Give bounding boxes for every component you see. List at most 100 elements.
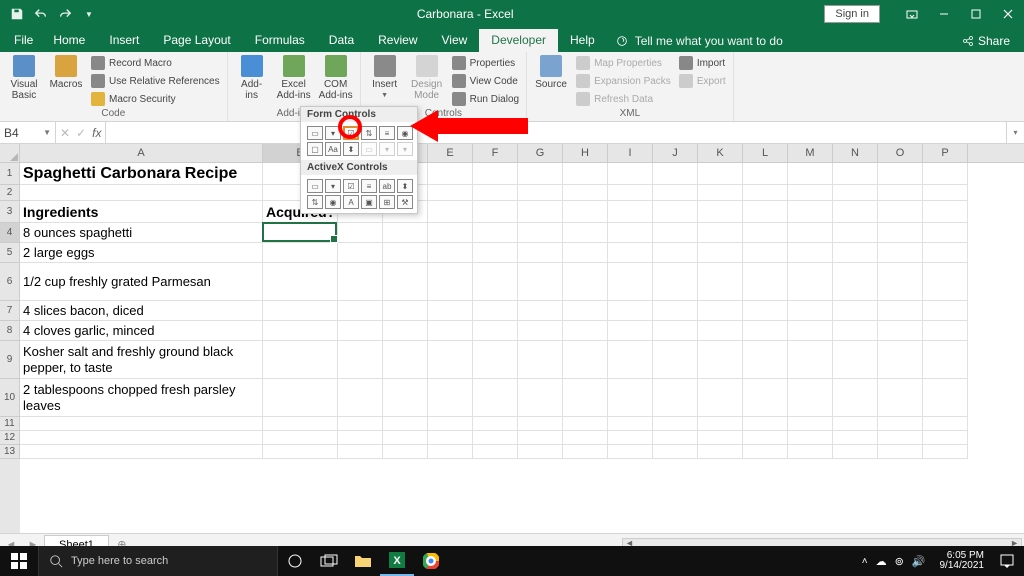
taskbar-clock[interactable]: 6:05 PM9/14/2021 bbox=[934, 551, 991, 572]
cell-K5[interactable] bbox=[698, 243, 743, 263]
cell-O11[interactable] bbox=[878, 417, 923, 431]
form-checkbox-control[interactable]: ☑ bbox=[343, 126, 359, 140]
addins-button[interactable]: Add- ins bbox=[232, 53, 272, 107]
cell-B13[interactable] bbox=[263, 445, 338, 459]
fx-icon[interactable]: fx bbox=[92, 126, 101, 140]
cell-I7[interactable] bbox=[608, 301, 653, 321]
tab-review[interactable]: Review bbox=[366, 29, 429, 52]
cell-D4[interactable] bbox=[383, 223, 428, 243]
cell-M4[interactable] bbox=[788, 223, 833, 243]
cell-D5[interactable] bbox=[383, 243, 428, 263]
ax-more-control[interactable]: ⚒ bbox=[397, 195, 413, 209]
cell-J1[interactable] bbox=[653, 163, 698, 185]
cell-K7[interactable] bbox=[698, 301, 743, 321]
cell-H8[interactable] bbox=[563, 321, 608, 341]
macros-button[interactable]: Macros bbox=[46, 53, 86, 107]
cell-E4[interactable] bbox=[428, 223, 473, 243]
form-combo-edit-control[interactable]: ▾ bbox=[397, 142, 413, 156]
cell-N4[interactable] bbox=[833, 223, 878, 243]
cell-G10[interactable] bbox=[518, 379, 563, 417]
ribbon-options-icon[interactable] bbox=[896, 3, 928, 25]
ax-checkbox-control[interactable]: ☑ bbox=[343, 179, 359, 193]
macro-security-button[interactable]: Macro Security bbox=[88, 90, 223, 108]
ax-label-control[interactable]: A bbox=[343, 195, 359, 209]
cell-F9[interactable] bbox=[473, 341, 518, 379]
record-macro-button[interactable]: Record Macro bbox=[88, 54, 223, 72]
cell-G3[interactable] bbox=[518, 201, 563, 223]
taskbar-search[interactable]: Type here to search bbox=[38, 546, 278, 576]
cell-F6[interactable] bbox=[473, 263, 518, 301]
minimize-icon[interactable] bbox=[928, 3, 960, 25]
ax-option-control[interactable]: ◉ bbox=[325, 195, 341, 209]
cell-F5[interactable] bbox=[473, 243, 518, 263]
cell-F10[interactable] bbox=[473, 379, 518, 417]
cell-H1[interactable] bbox=[563, 163, 608, 185]
cell-E10[interactable] bbox=[428, 379, 473, 417]
cell-J4[interactable] bbox=[653, 223, 698, 243]
cell-I4[interactable] bbox=[608, 223, 653, 243]
cell-H12[interactable] bbox=[563, 431, 608, 445]
task-view-icon[interactable] bbox=[312, 546, 346, 576]
cell-O3[interactable] bbox=[878, 201, 923, 223]
form-label-control[interactable]: Aa bbox=[325, 142, 341, 156]
cell-P7[interactable] bbox=[923, 301, 968, 321]
cell-O8[interactable] bbox=[878, 321, 923, 341]
cell-P12[interactable] bbox=[923, 431, 968, 445]
cell-A5[interactable]: 2 large eggs bbox=[20, 243, 263, 263]
row-header-12[interactable]: 12 bbox=[0, 431, 20, 445]
col-header-L[interactable]: L bbox=[743, 144, 788, 162]
col-header-F[interactable]: F bbox=[473, 144, 518, 162]
cell-C6[interactable] bbox=[338, 263, 383, 301]
col-header-O[interactable]: O bbox=[878, 144, 923, 162]
cell-G5[interactable] bbox=[518, 243, 563, 263]
cell-H7[interactable] bbox=[563, 301, 608, 321]
cell-B4[interactable] bbox=[263, 223, 338, 243]
cell-H6[interactable] bbox=[563, 263, 608, 301]
cell-L12[interactable] bbox=[743, 431, 788, 445]
cell-O5[interactable] bbox=[878, 243, 923, 263]
cell-O10[interactable] bbox=[878, 379, 923, 417]
name-box[interactable]: B4▼ bbox=[0, 122, 56, 143]
select-all-corner[interactable] bbox=[0, 144, 20, 162]
cell-L2[interactable] bbox=[743, 185, 788, 201]
cell-I10[interactable] bbox=[608, 379, 653, 417]
cell-O4[interactable] bbox=[878, 223, 923, 243]
expand-formula-bar-icon[interactable]: ▾ bbox=[1006, 122, 1024, 143]
cell-P1[interactable] bbox=[923, 163, 968, 185]
cell-H5[interactable] bbox=[563, 243, 608, 263]
tab-developer[interactable]: Developer bbox=[479, 29, 558, 52]
cell-L9[interactable] bbox=[743, 341, 788, 379]
cell-P13[interactable] bbox=[923, 445, 968, 459]
cell-L13[interactable] bbox=[743, 445, 788, 459]
cell-K11[interactable] bbox=[698, 417, 743, 431]
row-header-2[interactable]: 2 bbox=[0, 185, 20, 201]
insert-controls-dropdown[interactable]: Form Controls ▭ ▾ ☑ ⇅ ≡ ◉ ▢ Aa ⬍ ▭ ▾ ▾ A… bbox=[300, 106, 418, 214]
cell-M12[interactable] bbox=[788, 431, 833, 445]
cell-E8[interactable] bbox=[428, 321, 473, 341]
cell-I12[interactable] bbox=[608, 431, 653, 445]
cell-P8[interactable] bbox=[923, 321, 968, 341]
cell-I6[interactable] bbox=[608, 263, 653, 301]
col-header-M[interactable]: M bbox=[788, 144, 833, 162]
sign-in-button[interactable]: Sign in bbox=[824, 5, 880, 23]
cell-M8[interactable] bbox=[788, 321, 833, 341]
row-header-8[interactable]: 8 bbox=[0, 321, 20, 341]
cell-B5[interactable] bbox=[263, 243, 338, 263]
cell-D12[interactable] bbox=[383, 431, 428, 445]
cell-I3[interactable] bbox=[608, 201, 653, 223]
tab-help[interactable]: Help bbox=[558, 29, 607, 52]
cell-L10[interactable] bbox=[743, 379, 788, 417]
cell-A7[interactable]: 4 slices bacon, diced bbox=[20, 301, 263, 321]
cell-P5[interactable] bbox=[923, 243, 968, 263]
map-properties-button[interactable]: Map Properties bbox=[573, 54, 674, 72]
cell-A2[interactable] bbox=[20, 185, 263, 201]
cell-B12[interactable] bbox=[263, 431, 338, 445]
cell-N13[interactable] bbox=[833, 445, 878, 459]
cell-A9[interactable]: Kosher salt and freshly ground black pep… bbox=[20, 341, 263, 379]
cell-M5[interactable] bbox=[788, 243, 833, 263]
cell-N9[interactable] bbox=[833, 341, 878, 379]
cell-E2[interactable] bbox=[428, 185, 473, 201]
ax-toggle-control[interactable]: ⊞ bbox=[379, 195, 395, 209]
cell-F8[interactable] bbox=[473, 321, 518, 341]
cell-L6[interactable] bbox=[743, 263, 788, 301]
